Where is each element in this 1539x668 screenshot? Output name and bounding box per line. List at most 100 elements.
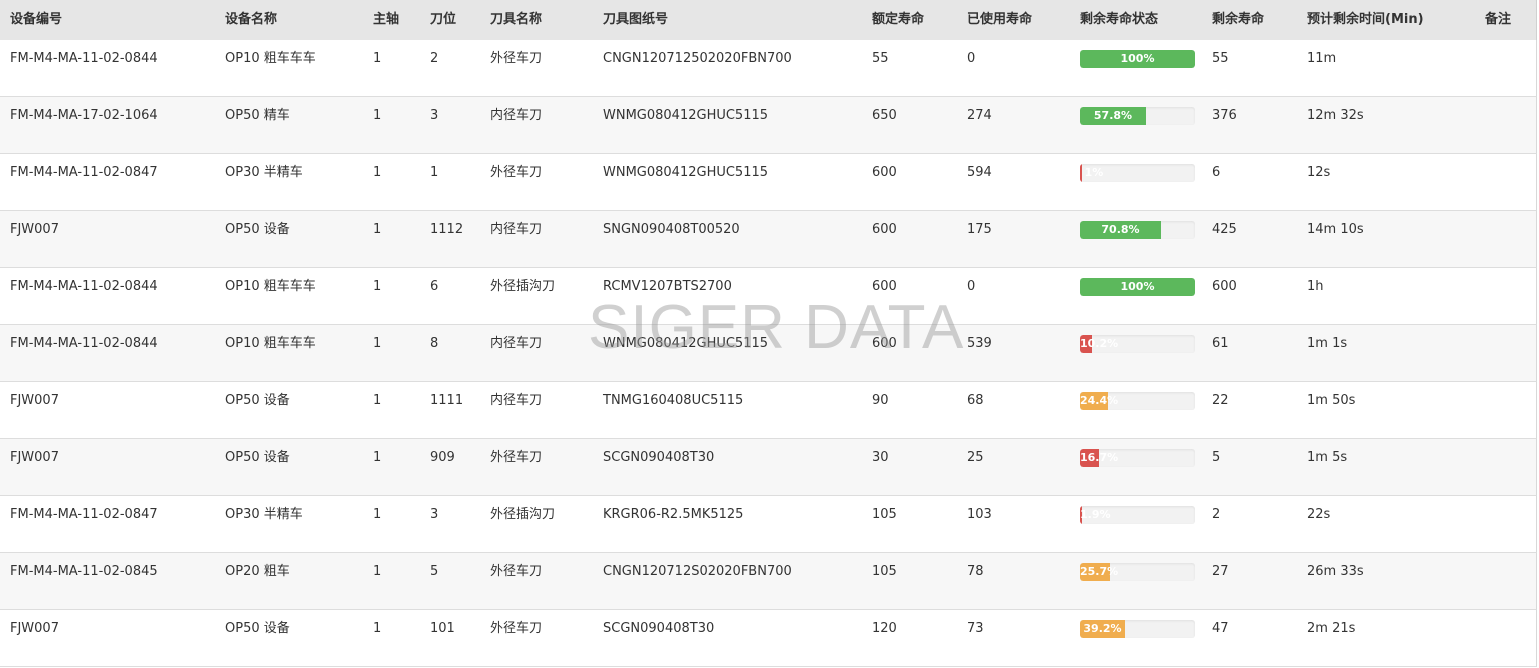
- cell-used-life: 539: [967, 336, 992, 351]
- table-row[interactable]: FM-M4-MA-11-02-0847 OP30 半精车 1 1 外径车刀 WNMG080…: [0, 154, 1537, 211]
- remaining-life-progress-bar: 1.9%: [1080, 506, 1195, 524]
- table-row[interactable]: FJW007 OP50 设备 1 1112 内径车刀 SNGN090408T00520 60…: [0, 211, 1537, 268]
- cell-slot: 8: [430, 336, 439, 351]
- cell-device-name: OP10 粗车车车: [225, 51, 316, 66]
- cell-drawing-no: KRGR06-R2.5MK5125: [603, 507, 744, 522]
- cell-drawing-no: SNGN090408T00520: [603, 222, 740, 237]
- cell-tool-name: 外径插沟刀: [490, 507, 556, 522]
- table-row[interactable]: FM-M4-MA-11-02-0844 OP10 粗车车车 1 8 内径车刀 WNMG08…: [0, 325, 1537, 382]
- cell-remaining-life: 376: [1212, 108, 1237, 123]
- column-header-note[interactable]: 备注: [1485, 0, 1511, 40]
- cell-tool-name: 外径车刀: [490, 621, 543, 636]
- column-header-remaining-life[interactable]: 剩余寿命: [1212, 0, 1264, 40]
- cell-device-id: FM-M4-MA-11-02-0847: [10, 507, 158, 522]
- cell-rated-life: 105: [872, 564, 897, 579]
- cell-device-name: OP20 粗车: [225, 564, 290, 579]
- cell-used-life: 0: [967, 279, 976, 294]
- table-row[interactable]: FJW007 OP50 设备 1 909 外径车刀 SCGN090408T30 30 25 5 1…: [0, 439, 1537, 496]
- remaining-life-progress-bar: 70.8%: [1080, 221, 1195, 239]
- cell-spindle: 1: [373, 108, 382, 123]
- column-header-device-name[interactable]: 设备名称: [225, 0, 277, 40]
- cell-device-id: FJW007: [10, 393, 59, 408]
- column-header-rated-life[interactable]: 额定寿命: [872, 0, 924, 40]
- cell-spindle: 1: [373, 507, 382, 522]
- cell-spindle: 1: [373, 165, 382, 180]
- cell-spindle: 1: [373, 222, 382, 237]
- cell-device-name: OP10 粗车车车: [225, 336, 316, 351]
- remaining-life-progress-bar: 16.7%: [1080, 449, 1195, 467]
- cell-remaining-life: 2: [1212, 507, 1221, 522]
- column-header-tool-name[interactable]: 刀具名称: [490, 0, 542, 40]
- cell-remaining-life: 55: [1212, 51, 1229, 66]
- table-row[interactable]: FM-M4-MA-11-02-0847 OP30 半精车 1 3 外径插沟刀 KRGR06…: [0, 496, 1537, 553]
- cell-rated-life: 90: [872, 393, 889, 408]
- cell-slot: 909: [430, 450, 455, 465]
- progress-label: 57.8%: [1093, 109, 1133, 122]
- cell-drawing-no: WNMG080412GHUC5115: [603, 108, 769, 123]
- table-header: 设备编号 设备名称 主轴 刀位 刀具名称 刀具图纸号 额定寿命 已使用寿命 剩余…: [0, 0, 1537, 40]
- cell-rated-life: 600: [872, 165, 897, 180]
- column-header-life-status[interactable]: 剩余寿命状态: [1080, 0, 1158, 40]
- column-header-device-id[interactable]: 设备编号: [10, 0, 62, 40]
- column-header-eta[interactable]: 预计剩余时间(Min): [1307, 0, 1424, 40]
- progress-label: 16.7%: [1080, 451, 1119, 464]
- cell-drawing-no: CNGN120712502020FBN700: [603, 51, 792, 66]
- cell-remaining-life: 425: [1212, 222, 1237, 237]
- cell-device-id: FM-M4-MA-11-02-0847: [10, 165, 158, 180]
- cell-used-life: 175: [967, 222, 992, 237]
- table-row[interactable]: FJW007 OP50 设备 1 101 外径车刀 SCGN090408T30 120 73 4…: [0, 610, 1537, 667]
- remaining-life-progress-bar: 24.4%: [1080, 392, 1195, 410]
- table-row[interactable]: FM-M4-MA-17-02-1064 OP50 精车 1 3 内径车刀 WNMG0804…: [0, 97, 1537, 154]
- cell-rated-life: 105: [872, 507, 897, 522]
- remaining-life-progress-bar: 39.2%: [1080, 620, 1195, 638]
- cell-eta: 12m 32s: [1307, 108, 1364, 123]
- cell-used-life: 103: [967, 507, 992, 522]
- cell-device-id: FM-M4-MA-11-02-0844: [10, 279, 158, 294]
- cell-spindle: 1: [373, 450, 382, 465]
- table-row[interactable]: FM-M4-MA-11-02-0844 OP10 粗车车车 1 6 外径插沟刀 RCMV1…: [0, 268, 1537, 325]
- cell-spindle: 1: [373, 393, 382, 408]
- cell-tool-name: 内径车刀: [490, 108, 543, 123]
- remaining-life-progress-bar: 10.2%: [1080, 335, 1195, 353]
- cell-drawing-no: WNMG080412GHUC5115: [603, 336, 769, 351]
- progress-label: 1.9%: [1080, 508, 1111, 521]
- cell-device-id: FJW007: [10, 222, 59, 237]
- cell-device-id: FM-M4-MA-11-02-0845: [10, 564, 158, 579]
- cell-eta: 26m 33s: [1307, 564, 1364, 579]
- progress-label: 39.2%: [1083, 622, 1122, 635]
- cell-eta: 1m 1s: [1307, 336, 1348, 351]
- remaining-life-progress-bar: 1%: [1080, 164, 1195, 182]
- column-header-slot[interactable]: 刀位: [430, 0, 456, 40]
- remaining-life-progress-bar: 57.8%: [1080, 107, 1195, 125]
- cell-drawing-no: RCMV1207BTS2700: [603, 279, 732, 294]
- progress-label: 1%: [1084, 166, 1104, 179]
- column-header-used-life[interactable]: 已使用寿命: [967, 0, 1032, 40]
- cell-eta: 14m 10s: [1307, 222, 1364, 237]
- cell-device-name: OP30 半精车: [225, 165, 303, 180]
- cell-drawing-no: WNMG080412GHUC5115: [603, 165, 769, 180]
- progress-label: 70.8%: [1101, 223, 1140, 236]
- cell-tool-name: 内径车刀: [490, 222, 543, 237]
- column-header-spindle[interactable]: 主轴: [373, 0, 399, 40]
- cell-remaining-life: 6: [1212, 165, 1221, 180]
- cell-eta: 1m 5s: [1307, 450, 1348, 465]
- cell-slot: 5: [430, 564, 439, 579]
- table-row[interactable]: FM-M4-MA-11-02-0845 OP20 粗车 1 5 外径车刀 CNGN1207…: [0, 553, 1537, 610]
- cell-remaining-life: 22: [1212, 393, 1229, 408]
- cell-rated-life: 600: [872, 279, 897, 294]
- column-header-drawing-no[interactable]: 刀具图纸号: [603, 0, 668, 40]
- cell-device-name: OP50 精车: [225, 108, 290, 123]
- cell-eta: 2m 21s: [1307, 621, 1356, 636]
- cell-used-life: 0: [967, 51, 976, 66]
- progress-label: 100%: [1120, 52, 1155, 65]
- cell-rated-life: 55: [872, 51, 889, 66]
- cell-slot: 3: [430, 108, 439, 123]
- cell-rated-life: 600: [872, 222, 897, 237]
- cell-remaining-life: 27: [1212, 564, 1229, 579]
- table-row[interactable]: FJW007 OP50 设备 1 1111 内径车刀 TNMG160408UC5115 90…: [0, 382, 1537, 439]
- cell-device-name: OP30 半精车: [225, 507, 303, 522]
- cell-remaining-life: 47: [1212, 621, 1229, 636]
- progress-label: 10.2%: [1080, 337, 1119, 350]
- table-row[interactable]: FM-M4-MA-11-02-0844 OP10 粗车车车 1 2 外径车刀 CNGN12…: [0, 40, 1537, 97]
- cell-device-name: OP50 设备: [225, 222, 290, 237]
